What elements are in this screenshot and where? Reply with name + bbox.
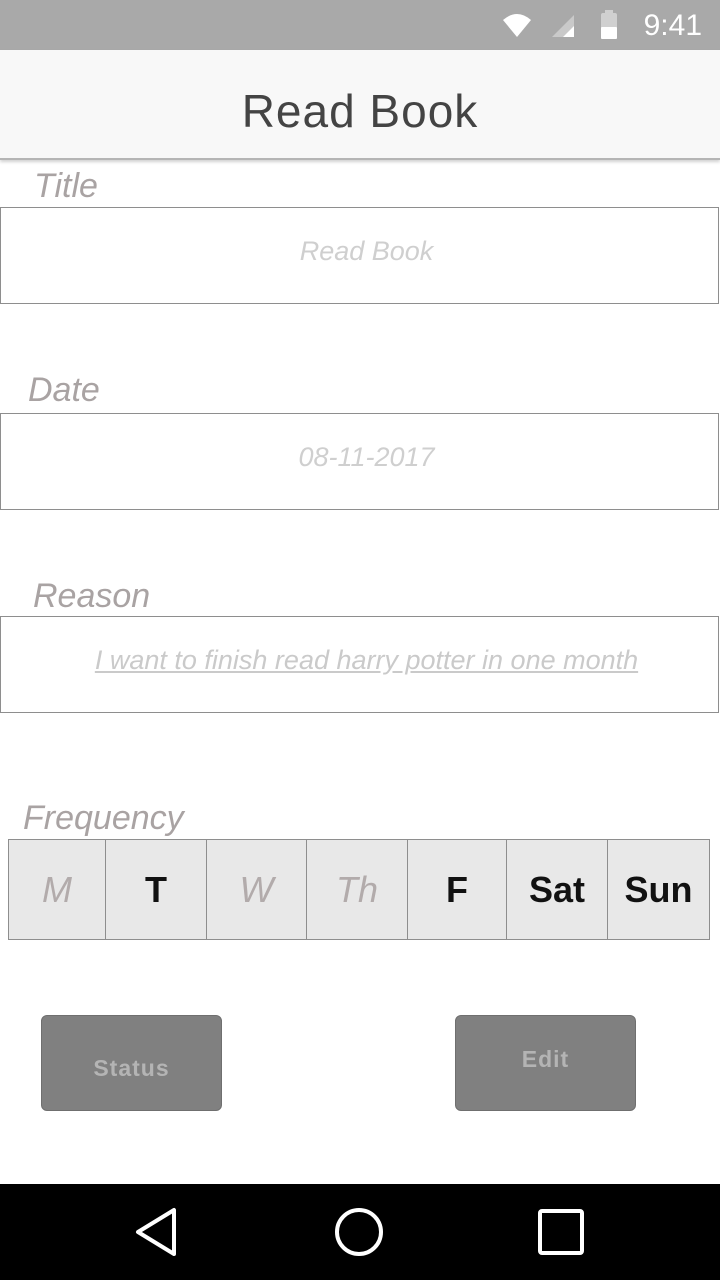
status-button[interactable]: Status bbox=[41, 1015, 222, 1111]
back-icon[interactable] bbox=[130, 1204, 186, 1260]
title-label: Title bbox=[34, 167, 98, 205]
date-value: 08-11-2017 bbox=[298, 442, 435, 472]
date-field[interactable]: 08-11-2017 bbox=[0, 413, 719, 510]
day-toggle-thursday[interactable]: Th bbox=[307, 840, 408, 939]
day-toggle-monday[interactable]: M bbox=[9, 840, 106, 939]
date-label: Date bbox=[28, 371, 100, 409]
reason-label: Reason bbox=[33, 577, 151, 615]
clock: 9:41 bbox=[643, 9, 702, 42]
frequency-selector: M T W Th F Sat Sun bbox=[8, 839, 710, 940]
status-bar: 9:41 bbox=[0, 0, 720, 50]
title-field[interactable]: Read Book bbox=[0, 207, 719, 304]
edit-button[interactable]: Edit bbox=[455, 1015, 636, 1111]
reason-value: I want to finish read harry potter in on… bbox=[94, 645, 639, 675]
page-title: Read Book bbox=[241, 85, 479, 137]
title-value: Read Book bbox=[299, 236, 434, 266]
recents-icon[interactable] bbox=[533, 1204, 589, 1260]
day-toggle-sunday[interactable]: Sun bbox=[608, 840, 709, 939]
screen: 9:41 Read Book Title Read Book Date 08-1… bbox=[0, 0, 720, 1280]
day-toggle-saturday[interactable]: Sat bbox=[507, 840, 608, 939]
wifi-icon bbox=[503, 14, 531, 37]
day-toggle-wednesday[interactable]: W bbox=[207, 840, 307, 939]
frequency-label: Frequency bbox=[23, 799, 184, 837]
battery-icon bbox=[601, 10, 617, 39]
navigation-bar bbox=[0, 1184, 720, 1280]
day-toggle-friday[interactable]: F bbox=[408, 840, 507, 939]
reason-field[interactable]: I want to finish read harry potter in on… bbox=[0, 616, 719, 713]
day-toggle-tuesday[interactable]: T bbox=[106, 840, 207, 939]
signal-icon bbox=[552, 15, 574, 37]
home-icon[interactable] bbox=[331, 1204, 387, 1260]
app-bar: Read Book bbox=[0, 50, 720, 160]
